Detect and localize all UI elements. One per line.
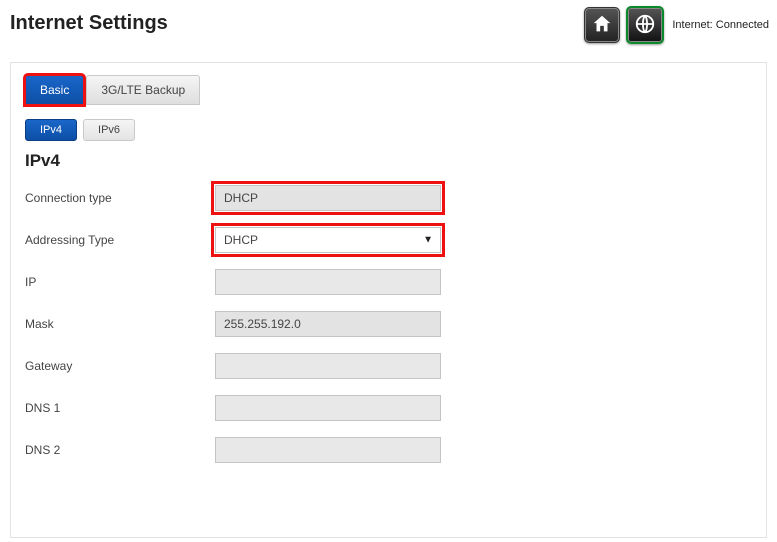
main-tabs: Basic 3G/LTE Backup bbox=[25, 75, 752, 105]
settings-panel: Basic 3G/LTE Backup IPv4 IPv6 IPv4 Conne… bbox=[10, 62, 767, 538]
dns1-value bbox=[215, 395, 441, 421]
ip-label: IP bbox=[25, 275, 215, 289]
subtab-ipv4[interactable]: IPv4 bbox=[25, 119, 77, 141]
globe-icon bbox=[634, 13, 656, 38]
mask-value: 255.255.192.0 bbox=[215, 311, 441, 337]
dns1-label: DNS 1 bbox=[25, 401, 215, 415]
home-icon bbox=[591, 13, 613, 38]
ip-value bbox=[215, 269, 441, 295]
mask-label: Mask bbox=[25, 317, 215, 331]
subtab-ipv6[interactable]: IPv6 bbox=[83, 119, 135, 141]
addressing-type-label: Addressing Type bbox=[25, 233, 215, 247]
dns2-value bbox=[215, 437, 441, 463]
connection-type-value: DHCP bbox=[215, 185, 441, 211]
home-button[interactable] bbox=[584, 7, 620, 43]
internet-status-button[interactable] bbox=[626, 6, 664, 44]
tab-3g-lte-backup[interactable]: 3G/LTE Backup bbox=[86, 75, 200, 105]
gateway-value bbox=[215, 353, 441, 379]
section-title: IPv4 bbox=[25, 151, 752, 171]
dns2-label: DNS 2 bbox=[25, 443, 215, 457]
internet-status-label: Internet: Connected bbox=[672, 19, 769, 31]
ip-version-tabs: IPv4 IPv6 bbox=[25, 119, 752, 141]
connection-type-label: Connection type bbox=[25, 191, 215, 205]
gateway-label: Gateway bbox=[25, 359, 215, 373]
tab-basic[interactable]: Basic bbox=[25, 75, 84, 105]
addressing-type-select[interactable]: DHCP bbox=[215, 227, 441, 253]
